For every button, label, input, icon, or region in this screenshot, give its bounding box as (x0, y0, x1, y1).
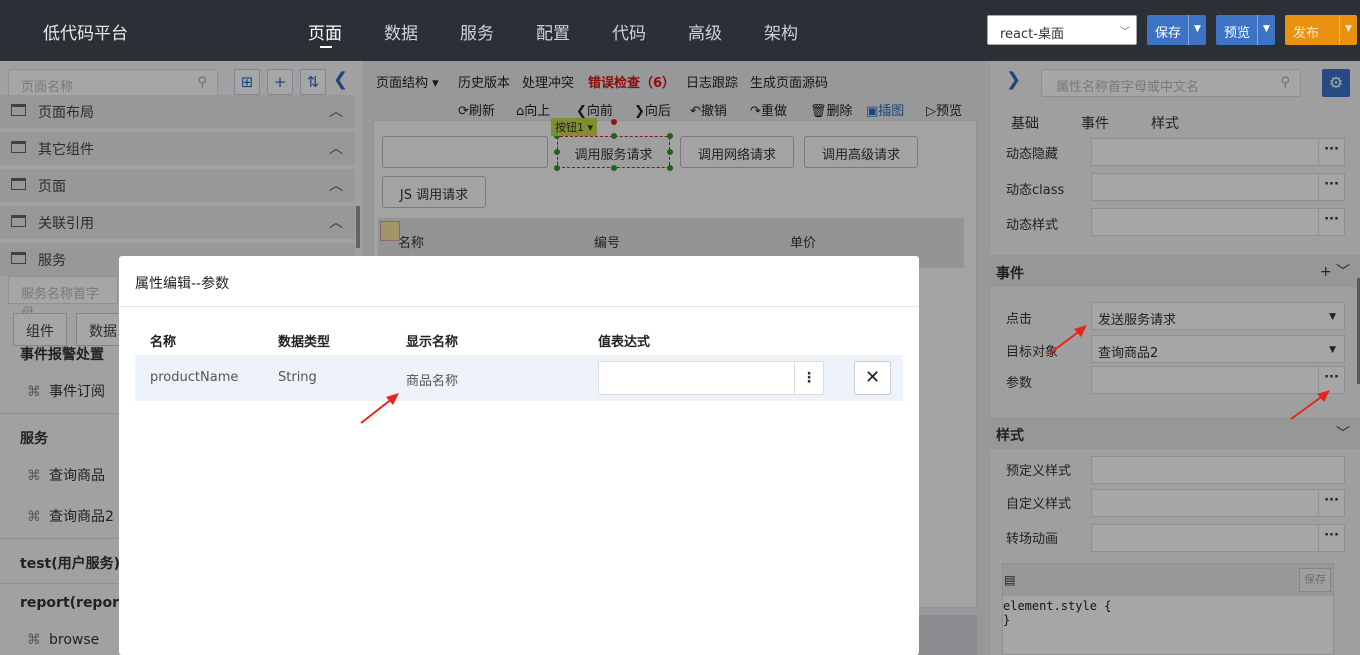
nav-config[interactable]: 配置 (536, 0, 612, 61)
close-icon[interactable]: ✕ (854, 361, 891, 395)
publish-label: 发布 (1293, 26, 1320, 41)
table-row: productName String 商品名称 ⋮ ✕ (135, 355, 903, 401)
nav-architecture[interactable]: 架构 (764, 0, 840, 61)
dialog-title: 属性编辑--参数 (135, 276, 230, 292)
app-title: 低代码平台 (43, 24, 128, 44)
framework-select[interactable]: react-桌面 ﹀ (987, 15, 1137, 45)
preview-button[interactable]: 预览 ▼ (1216, 15, 1275, 45)
nav-page[interactable]: 页面 (308, 0, 384, 61)
col-header: 名称 (150, 335, 177, 350)
param-name: productName (150, 370, 239, 385)
main-nav: 页面 数据 服务 配置 代码 高级 架构 (308, 0, 840, 61)
nav-data[interactable]: 数据 (384, 0, 460, 61)
param-type: String (278, 370, 317, 385)
caret-down-icon[interactable]: ▼ (1188, 15, 1206, 45)
top-bar: 低代码平台 页面 数据 服务 配置 代码 高级 架构 react-桌面 ﹀ 保存… (0, 0, 1360, 61)
nav-code[interactable]: 代码 (612, 0, 688, 61)
caret-down-icon[interactable]: ▼ (1339, 15, 1357, 45)
save-label: 保存 (1155, 26, 1182, 41)
save-button[interactable]: 保存 ▼ (1147, 15, 1206, 45)
col-header: 显示名称 (406, 335, 459, 350)
more-vertical-icon[interactable]: ⋮ (794, 362, 823, 394)
col-header: 数据类型 (278, 335, 331, 350)
preview-label: 预览 (1224, 26, 1251, 41)
publish-button[interactable]: 发布 ▼ (1285, 15, 1357, 45)
divider (119, 306, 919, 307)
param-display-name: 商品名称 (406, 374, 459, 389)
col-header: 值表达式 (598, 335, 651, 350)
framework-value: react-桌面 (1000, 27, 1064, 42)
value-expression-input[interactable]: ⋮ (598, 361, 824, 395)
param-editor-dialog: 属性编辑--参数 名称 数据类型 显示名称 值表达式 productName S… (119, 256, 919, 655)
nav-advanced[interactable]: 高级 (688, 0, 764, 61)
chevron-down-icon: ﹀ (1120, 27, 1130, 38)
caret-down-icon[interactable]: ▼ (1257, 15, 1275, 45)
nav-service[interactable]: 服务 (460, 0, 536, 61)
